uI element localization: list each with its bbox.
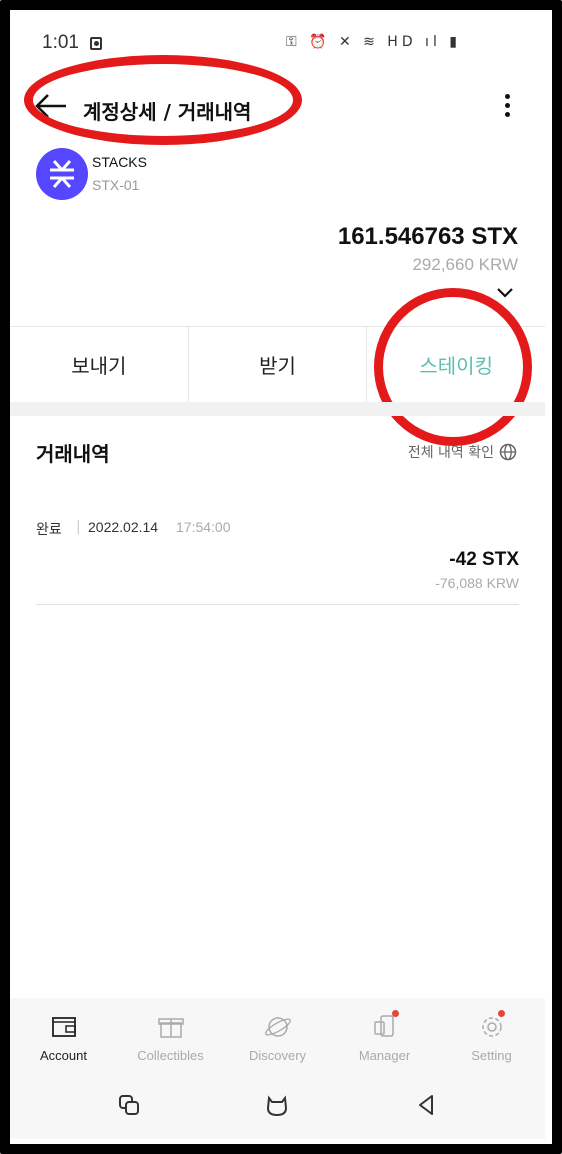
recent-apps-button[interactable]: [116, 1092, 142, 1118]
dot-icon: [504, 103, 510, 108]
action-bar: 보내기 받기 스테이킹: [10, 326, 545, 402]
arrow-left-icon: [35, 94, 66, 118]
nav-label-manager: Manager: [358, 1048, 411, 1063]
more-menu-button[interactable]: [501, 94, 513, 122]
wallet-icon: [49, 1012, 79, 1042]
app-header: 계정상세 / 거래내역: [10, 72, 545, 140]
tx-amount: -42 STX: [449, 549, 519, 570]
history-title: 거래내역: [36, 442, 110, 466]
nav-setting[interactable]: Setting: [438, 998, 545, 1070]
nav-collectibles[interactable]: Collectibles: [117, 998, 224, 1070]
back-nav-button[interactable]: [414, 1092, 440, 1118]
account-name: STX-01: [92, 177, 140, 193]
recent-apps-icon: [119, 1095, 139, 1115]
home-button[interactable]: [264, 1092, 290, 1118]
notification-badge: [392, 1010, 399, 1017]
nav-label-setting: Setting: [471, 1048, 512, 1063]
screen-record-icon: [90, 37, 102, 50]
chevron-down-icon: [497, 288, 513, 298]
tx-status: 완료: [36, 522, 62, 538]
staking-button[interactable]: 스테이킹: [367, 327, 545, 402]
globe-icon: [499, 443, 517, 461]
balance-fiat: 292,660 KRW: [412, 255, 518, 274]
dot-icon: [504, 112, 510, 117]
asset-summary: STACKS STX-01 161.546763 STX 292,660 KRW: [10, 140, 545, 325]
tx-amount-fiat: -76,088 KRW: [435, 575, 519, 591]
receive-button[interactable]: 받기: [189, 327, 368, 402]
balance-amount: 161.546763 STX: [337, 223, 518, 250]
coin-name: STACKS: [92, 154, 147, 170]
transaction-row[interactable]: 완료 | 2022.02.14 17:54:00 -42 STX -76,088…: [36, 515, 519, 605]
stacks-logo-icon: [36, 148, 88, 200]
expand-button[interactable]: [495, 285, 515, 299]
status-icons: ⚿ ⏰ ✕ ≋ HD ıl ▮: [285, 34, 461, 50]
home-icon: [266, 1095, 288, 1117]
nav-account[interactable]: Account: [10, 998, 117, 1070]
tx-separator: |: [76, 519, 81, 535]
status-time: 1:01: [42, 32, 79, 53]
nav-label-collectibles: Collectibles: [137, 1048, 204, 1063]
nav-label-account: Account: [40, 1048, 87, 1063]
app-screen: 1:01 ⚿ ⏰ ✕ ≋ HD ıl ▮ 계정상세 / 거래내역 STACKS …: [10, 10, 545, 1139]
bottom-nav: Account Collectibles Discovery Manager S…: [10, 998, 545, 1070]
view-all-label: 전체 내역 확인: [407, 445, 494, 461]
triangle-back-icon: [419, 1095, 433, 1115]
section-divider: [10, 402, 545, 416]
nav-label-discovery: Discovery: [248, 1048, 307, 1063]
gift-box-icon: [156, 1012, 186, 1042]
planet-icon: [263, 1012, 293, 1042]
tx-time: 17:54:00: [176, 519, 231, 535]
send-button[interactable]: 보내기: [10, 327, 189, 402]
status-bar: 1:01 ⚿ ⏰ ✕ ≋ HD ıl ▮: [10, 10, 545, 72]
back-button[interactable]: [32, 90, 72, 122]
view-all-history-link[interactable]: 전체 내역 확인: [408, 442, 517, 462]
dot-icon: [504, 94, 510, 99]
nav-manager[interactable]: Manager: [331, 998, 438, 1070]
page-title: 계정상세 / 거래내역: [83, 100, 252, 124]
tx-date: 2022.02.14: [88, 519, 159, 535]
notification-badge: [498, 1010, 505, 1017]
nav-discovery[interactable]: Discovery: [224, 998, 331, 1070]
system-nav-bar: [10, 1070, 545, 1139]
